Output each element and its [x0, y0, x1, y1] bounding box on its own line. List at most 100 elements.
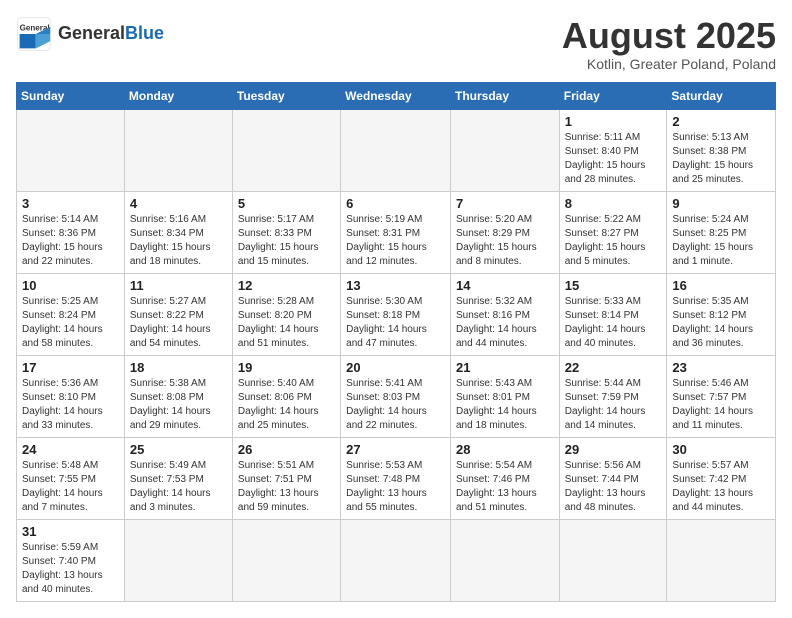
day-info: Sunrise: 5:40 AM Sunset: 8:06 PM Dayligh…	[238, 377, 335, 433]
cell-3-0: 17 Sunrise: 5:36 AM Sunset: 8:10 PM Dayli…	[17, 355, 125, 437]
day-number: 13	[346, 278, 445, 293]
day-number: 20	[346, 360, 445, 375]
day-info: Sunrise: 5:17 AM Sunset: 8:33 PM Dayligh…	[238, 213, 335, 269]
day-info: Sunrise: 5:43 AM Sunset: 8:01 PM Dayligh…	[456, 377, 554, 433]
day-info: Sunrise: 5:14 AM Sunset: 8:36 PM Dayligh…	[22, 213, 119, 269]
day-number: 12	[238, 278, 335, 293]
week-row-3: 10 Sunrise: 5:25 AM Sunset: 8:24 PM Dayli…	[17, 273, 776, 355]
day-number: 31	[22, 524, 119, 539]
day-number: 19	[238, 360, 335, 375]
day-number: 22	[565, 360, 662, 375]
cell-2-5: 15 Sunrise: 5:33 AM Sunset: 8:14 PM Dayli…	[559, 273, 667, 355]
day-info: Sunrise: 5:48 AM Sunset: 7:55 PM Dayligh…	[22, 459, 119, 515]
day-info: Sunrise: 5:33 AM Sunset: 8:14 PM Dayligh…	[565, 295, 662, 351]
day-info: Sunrise: 5:46 AM Sunset: 7:57 PM Dayligh…	[672, 377, 770, 433]
day-info: Sunrise: 5:57 AM Sunset: 7:42 PM Dayligh…	[672, 459, 770, 515]
day-info: Sunrise: 5:35 AM Sunset: 8:12 PM Dayligh…	[672, 295, 770, 351]
page-header: General GeneralBlue August 2025 Kotlin, …	[16, 16, 776, 72]
cell-2-6: 16 Sunrise: 5:35 AM Sunset: 8:12 PM Dayli…	[667, 273, 776, 355]
day-info: Sunrise: 5:53 AM Sunset: 7:48 PM Dayligh…	[346, 459, 445, 515]
day-info: Sunrise: 5:54 AM Sunset: 7:46 PM Dayligh…	[456, 459, 554, 515]
cell-4-6: 30 Sunrise: 5:57 AM Sunset: 7:42 PM Dayli…	[667, 437, 776, 519]
cell-1-2: 5 Sunrise: 5:17 AM Sunset: 8:33 PM Daylig…	[232, 191, 340, 273]
cell-0-5: 1 Sunrise: 5:11 AM Sunset: 8:40 PM Daylig…	[559, 109, 667, 191]
day-number: 16	[672, 278, 770, 293]
day-number: 21	[456, 360, 554, 375]
day-info: Sunrise: 5:32 AM Sunset: 8:16 PM Dayligh…	[456, 295, 554, 351]
day-number: 8	[565, 196, 662, 211]
cell-5-4	[450, 519, 559, 601]
cell-3-6: 23 Sunrise: 5:46 AM Sunset: 7:57 PM Dayli…	[667, 355, 776, 437]
cell-0-0	[17, 109, 125, 191]
cell-5-0: 31Sunrise: 5:59 AM Sunset: 7:40 PM Dayli…	[17, 519, 125, 601]
day-info: Sunrise: 5:11 AM Sunset: 8:40 PM Dayligh…	[565, 131, 662, 187]
col-friday: Friday	[559, 82, 667, 109]
cell-1-3: 6 Sunrise: 5:19 AM Sunset: 8:31 PM Daylig…	[341, 191, 451, 273]
day-number: 3	[22, 196, 119, 211]
cell-3-2: 19 Sunrise: 5:40 AM Sunset: 8:06 PM Dayli…	[232, 355, 340, 437]
day-info: Sunrise: 5:25 AM Sunset: 8:24 PM Dayligh…	[22, 295, 119, 351]
logo-text: GeneralBlue	[58, 24, 164, 44]
day-number: 6	[346, 196, 445, 211]
cell-2-3: 13Sunrise: 5:30 AM Sunset: 8:18 PM Dayli…	[341, 273, 451, 355]
cell-0-2	[232, 109, 340, 191]
week-row-5: 24Sunrise: 5:48 AM Sunset: 7:55 PM Dayli…	[17, 437, 776, 519]
day-number: 27	[346, 442, 445, 457]
day-info: Sunrise: 5:36 AM Sunset: 8:10 PM Dayligh…	[22, 377, 119, 433]
cell-5-2	[232, 519, 340, 601]
cell-5-5	[559, 519, 667, 601]
day-number: 5	[238, 196, 335, 211]
col-saturday: Saturday	[667, 82, 776, 109]
col-thursday: Thursday	[450, 82, 559, 109]
cell-0-1	[124, 109, 232, 191]
cell-4-3: 27 Sunrise: 5:53 AM Sunset: 7:48 PM Dayli…	[341, 437, 451, 519]
day-info: Sunrise: 5:44 AM Sunset: 7:59 PM Dayligh…	[565, 377, 662, 433]
day-number: 4	[130, 196, 227, 211]
cell-5-1	[124, 519, 232, 601]
cell-2-0: 10 Sunrise: 5:25 AM Sunset: 8:24 PM Dayli…	[17, 273, 125, 355]
cell-4-5: 29Sunrise: 5:56 AM Sunset: 7:44 PM Dayli…	[559, 437, 667, 519]
day-info: Sunrise: 5:51 AM Sunset: 7:51 PM Dayligh…	[238, 459, 335, 515]
cell-1-0: 3 Sunrise: 5:14 AM Sunset: 8:36 PM Daylig…	[17, 191, 125, 273]
day-info: Sunrise: 5:16 AM Sunset: 8:34 PM Dayligh…	[130, 213, 227, 269]
week-row-6: 31Sunrise: 5:59 AM Sunset: 7:40 PM Dayli…	[17, 519, 776, 601]
cell-3-4: 21 Sunrise: 5:43 AM Sunset: 8:01 PM Dayli…	[450, 355, 559, 437]
col-tuesday: Tuesday	[232, 82, 340, 109]
day-info: Sunrise: 5:13 AM Sunset: 8:38 PM Dayligh…	[672, 131, 770, 187]
day-info: Sunrise: 5:22 AM Sunset: 8:27 PM Dayligh…	[565, 213, 662, 269]
day-info: Sunrise: 5:27 AM Sunset: 8:22 PM Dayligh…	[130, 295, 227, 351]
week-row-1: 1 Sunrise: 5:11 AM Sunset: 8:40 PM Daylig…	[17, 109, 776, 191]
day-number: 1	[565, 114, 662, 129]
cell-4-1: 25Sunrise: 5:49 AM Sunset: 7:53 PM Dayli…	[124, 437, 232, 519]
day-number: 17	[22, 360, 119, 375]
day-info: Sunrise: 5:24 AM Sunset: 8:25 PM Dayligh…	[672, 213, 770, 269]
cell-2-4: 14 Sunrise: 5:32 AM Sunset: 8:16 PM Dayli…	[450, 273, 559, 355]
cell-4-0: 24Sunrise: 5:48 AM Sunset: 7:55 PM Dayli…	[17, 437, 125, 519]
day-info: Sunrise: 5:28 AM Sunset: 8:20 PM Dayligh…	[238, 295, 335, 351]
day-number: 10	[22, 278, 119, 293]
day-number: 26	[238, 442, 335, 457]
day-number: 29	[565, 442, 662, 457]
col-wednesday: Wednesday	[341, 82, 451, 109]
cell-4-2: 26 Sunrise: 5:51 AM Sunset: 7:51 PM Dayli…	[232, 437, 340, 519]
day-number: 30	[672, 442, 770, 457]
cell-1-5: 8 Sunrise: 5:22 AM Sunset: 8:27 PM Daylig…	[559, 191, 667, 273]
day-number: 28	[456, 442, 554, 457]
day-info: Sunrise: 5:19 AM Sunset: 8:31 PM Dayligh…	[346, 213, 445, 269]
cell-0-4	[450, 109, 559, 191]
cell-3-3: 20Sunrise: 5:41 AM Sunset: 8:03 PM Dayli…	[341, 355, 451, 437]
day-number: 23	[672, 360, 770, 375]
col-sunday: Sunday	[17, 82, 125, 109]
cell-0-6: 2Sunrise: 5:13 AM Sunset: 8:38 PM Daylig…	[667, 109, 776, 191]
cell-4-4: 28 Sunrise: 5:54 AM Sunset: 7:46 PM Dayli…	[450, 437, 559, 519]
cell-2-2: 12 Sunrise: 5:28 AM Sunset: 8:20 PM Dayli…	[232, 273, 340, 355]
day-number: 7	[456, 196, 554, 211]
day-number: 15	[565, 278, 662, 293]
day-number: 14	[456, 278, 554, 293]
cell-5-6	[667, 519, 776, 601]
cell-1-6: 9Sunrise: 5:24 AM Sunset: 8:25 PM Daylig…	[667, 191, 776, 273]
calendar-subtitle: Kotlin, Greater Poland, Poland	[562, 56, 776, 72]
day-info: Sunrise: 5:38 AM Sunset: 8:08 PM Dayligh…	[130, 377, 227, 433]
cell-5-3	[341, 519, 451, 601]
day-number: 11	[130, 278, 227, 293]
